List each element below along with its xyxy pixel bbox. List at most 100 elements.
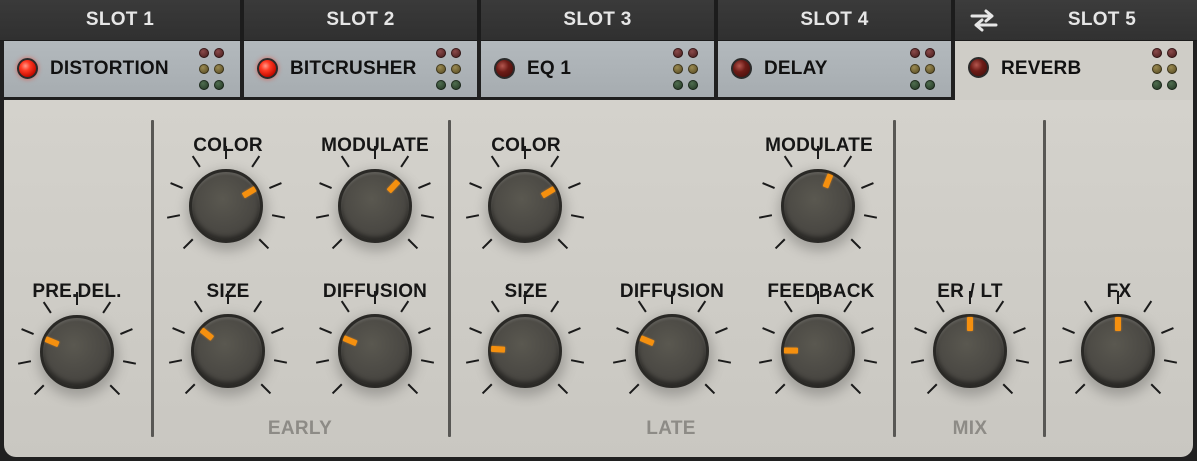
knob-mix-er-lt[interactable] — [910, 291, 1030, 411]
knob-late-size[interactable] — [465, 291, 585, 411]
knob-tick — [420, 359, 435, 364]
status-led — [1152, 64, 1162, 74]
slot-1-header[interactable]: SLOT 1 — [0, 0, 240, 40]
knob-tick — [914, 327, 927, 334]
slot-3-power-led[interactable] — [494, 58, 515, 79]
slot-tab-reverb[interactable]: REVERB — [955, 41, 1193, 101]
knob-tick — [762, 327, 775, 334]
slot-1-power-led[interactable] — [17, 58, 38, 79]
knob-tick — [758, 359, 773, 364]
knob-pointer-indicator — [490, 345, 506, 353]
knob-tick — [271, 327, 284, 334]
slot-2-label: SLOT 2 — [326, 9, 395, 30]
knob-pointer-rotor — [1081, 314, 1155, 388]
knob-tick — [557, 238, 569, 250]
knob-tick — [331, 383, 343, 395]
knob-tick — [273, 359, 288, 364]
slot-5-status-leds — [1152, 48, 1182, 90]
knob-tick — [861, 327, 874, 334]
knob-tick — [762, 182, 775, 189]
knob-pre-delay[interactable] — [17, 292, 137, 412]
knob-early-diffusion[interactable] — [315, 291, 435, 411]
knob-tick — [843, 155, 853, 168]
slot-1-status-leds — [199, 48, 229, 90]
knob-tick — [172, 327, 185, 334]
slot-3-header[interactable]: SLOT 3 — [481, 0, 714, 40]
knob-tick — [717, 359, 732, 364]
knob-pointer-indicator — [386, 179, 401, 194]
slot-2-effect-name: BITCRUSHER — [290, 58, 417, 79]
slot-tab-delay[interactable]: DELAY — [718, 41, 951, 99]
slot-4-status-leds — [910, 48, 940, 90]
slot-2-header[interactable]: SLOT 2 — [244, 0, 477, 40]
knob-tick — [182, 238, 194, 250]
knob-tick — [191, 155, 201, 168]
knob-tick — [17, 360, 32, 365]
status-led — [910, 64, 920, 74]
knob-tick — [102, 301, 112, 314]
slot-4-power-led[interactable] — [731, 58, 752, 79]
knob-tick — [637, 300, 647, 313]
knob-late-feedback[interactable] — [758, 291, 878, 411]
status-led — [910, 80, 920, 90]
status-led — [214, 80, 224, 90]
knob-tick — [1083, 300, 1093, 313]
status-led — [925, 64, 935, 74]
knob-tick — [184, 383, 196, 395]
slot-4-label: SLOT 4 — [800, 9, 869, 30]
knob-tick — [315, 214, 330, 219]
knob-tick — [340, 155, 350, 168]
divider-early-late — [448, 120, 451, 437]
knob-tick — [671, 291, 673, 304]
reverb-plugin-window: SLOT 1 SLOT 2 SLOT 3 SLOT 4 SLOT 5 DISTO… — [0, 0, 1197, 461]
slot-4-header[interactable]: SLOT 4 — [718, 0, 951, 40]
slot-5-power-led[interactable] — [968, 57, 989, 78]
knob-early-color[interactable] — [166, 146, 286, 266]
knob-tick — [783, 300, 793, 313]
slot-tab-distortion[interactable]: DISTORTION — [4, 41, 240, 99]
status-led — [214, 64, 224, 74]
slot-tab-eq[interactable]: EQ 1 — [481, 41, 714, 99]
status-led — [199, 48, 209, 58]
status-led — [451, 64, 461, 74]
knob-tick — [969, 291, 971, 304]
knob-mix-fx[interactable] — [1058, 291, 1178, 411]
section-label-mix: MIX — [952, 418, 988, 439]
swap-arrows-icon[interactable] — [969, 8, 999, 32]
knob-tick — [490, 300, 500, 313]
knob-pointer-indicator — [639, 335, 655, 347]
knob-tick — [995, 300, 1005, 313]
divider-late-mix — [893, 120, 896, 437]
knob-tick — [331, 238, 343, 250]
slot-2-status-leds — [436, 48, 466, 90]
slot-tab-bitcrusher[interactable]: BITCRUSHER — [244, 41, 477, 99]
knob-tick — [122, 360, 137, 365]
knob-tick — [481, 238, 493, 250]
knob-tick — [260, 383, 272, 395]
knob-pointer-indicator — [44, 336, 60, 348]
knob-early-size[interactable] — [168, 291, 288, 411]
knob-tick — [843, 300, 853, 313]
status-led — [673, 80, 683, 90]
knob-early-modulate[interactable] — [315, 146, 435, 266]
knob-pointer-indicator — [199, 327, 215, 341]
knob-pointer-indicator — [822, 173, 834, 189]
knob-tick — [1015, 359, 1030, 364]
status-led — [436, 64, 446, 74]
knob-late-diffusion[interactable] — [612, 291, 732, 411]
status-led — [925, 48, 935, 58]
knob-tick — [490, 155, 500, 168]
knob-tick — [170, 182, 183, 189]
knob-tick — [319, 182, 332, 189]
slot-2-power-led[interactable] — [257, 58, 278, 79]
knob-tick — [1161, 327, 1174, 334]
knob-tick — [315, 359, 330, 364]
knob-tick — [166, 214, 181, 219]
knob-pointer-indicator — [967, 317, 973, 331]
knob-late-color[interactable] — [465, 146, 585, 266]
knob-late-modulate[interactable] — [758, 146, 878, 266]
knob-tick — [193, 300, 203, 313]
knob-pointer-rotor — [933, 314, 1007, 388]
knob-tick — [340, 300, 350, 313]
knob-tick — [319, 327, 332, 334]
